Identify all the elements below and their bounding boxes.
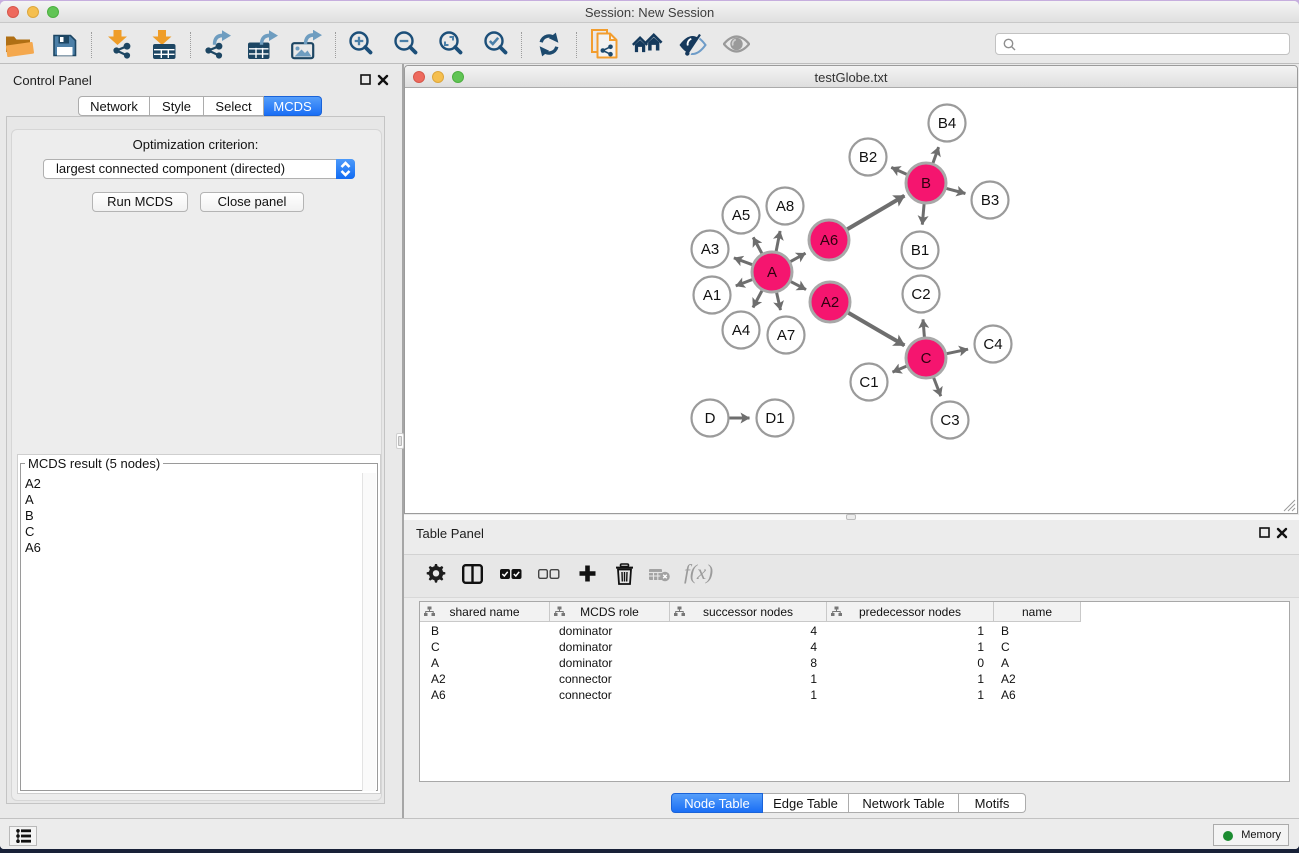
- svg-text:B: B: [921, 175, 931, 192]
- svg-text:C3: C3: [940, 412, 959, 429]
- svg-text:C4: C4: [983, 336, 1002, 353]
- svg-text:B3: B3: [981, 192, 999, 209]
- svg-text:A4: A4: [732, 322, 750, 339]
- svg-text:B1: B1: [911, 242, 929, 259]
- svg-text:A2: A2: [821, 294, 839, 311]
- svg-text:C2: C2: [911, 286, 930, 303]
- svg-text:A8: A8: [776, 198, 794, 215]
- svg-text:B2: B2: [859, 149, 877, 166]
- svg-text:A6: A6: [820, 232, 838, 249]
- svg-text:A7: A7: [777, 327, 795, 344]
- svg-text:A: A: [767, 264, 777, 281]
- svg-text:D1: D1: [765, 410, 784, 427]
- svg-text:A1: A1: [703, 287, 721, 304]
- svg-text:D: D: [705, 410, 716, 427]
- svg-text:A5: A5: [732, 207, 750, 224]
- svg-text:B4: B4: [938, 115, 956, 132]
- svg-text:C1: C1: [859, 374, 878, 391]
- svg-text:A3: A3: [701, 241, 719, 258]
- svg-text:C: C: [921, 350, 932, 367]
